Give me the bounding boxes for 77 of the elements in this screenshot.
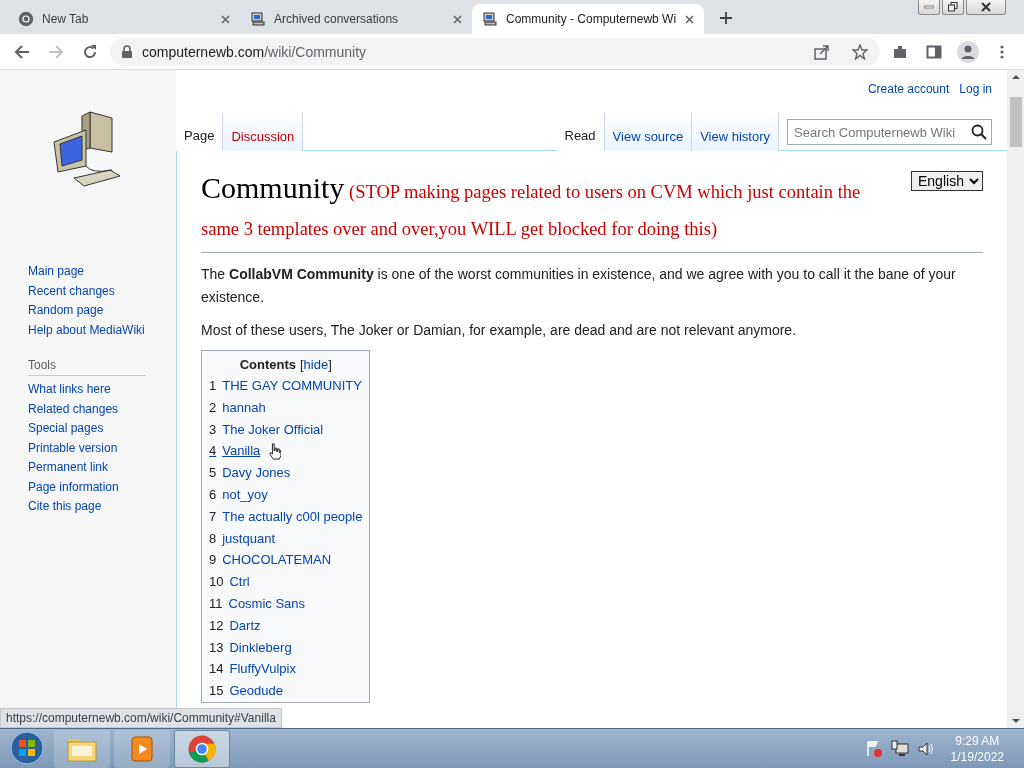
status-url: https://computernewb.com/wiki/Community#Vanilla xyxy=(0,708,282,728)
scroll-down-icon[interactable] xyxy=(1011,718,1020,724)
sidebar-link[interactable]: Related changes xyxy=(28,401,119,417)
toc-link[interactable]: 11 Cosmic Sans xyxy=(209,592,363,615)
toc-link[interactable]: 6 not_yoy xyxy=(209,484,363,506)
toc-link[interactable]: 9 CHOCOLATEMAN xyxy=(209,549,363,572)
close-icon[interactable] xyxy=(453,14,462,24)
sidebar-link[interactable]: Page information xyxy=(28,479,119,495)
sidebar-link[interactable]: Printable version xyxy=(28,440,118,456)
network-icon[interactable] xyxy=(890,739,909,758)
sidebar-link[interactable]: Recent changes xyxy=(28,283,115,299)
sidebar-link[interactable]: Random page xyxy=(28,303,104,319)
star-icon[interactable] xyxy=(852,43,868,60)
url-text: computernewb.com/wiki/Community xyxy=(142,43,368,60)
puzzle-icon[interactable] xyxy=(892,43,908,60)
toc-link[interactable]: 1 THE GAY COMMUNITY xyxy=(209,375,363,397)
restore-button[interactable] xyxy=(942,0,964,15)
sidebar-link[interactable]: What links here xyxy=(28,382,111,398)
toc-link[interactable]: 10 Ctrl xyxy=(209,571,363,593)
scrollbar[interactable] xyxy=(1007,70,1024,728)
toc-link[interactable]: 12 Dartz xyxy=(209,614,363,637)
reload-icon[interactable] xyxy=(82,43,98,60)
flag-warning-icon[interactable] xyxy=(864,739,883,758)
page-tab[interactable]: Page xyxy=(176,113,224,151)
close-icon[interactable] xyxy=(981,2,991,12)
media-player-icon xyxy=(130,735,154,762)
view-tab[interactable]: View source xyxy=(604,113,693,151)
sidebar-link[interactable]: Cite this page xyxy=(28,499,102,515)
view-tab[interactable]: Read xyxy=(556,113,605,151)
close-button[interactable] xyxy=(966,0,1006,15)
account-link[interactable]: Log in xyxy=(959,82,992,105)
sidebar-link[interactable]: Special pages xyxy=(28,421,104,437)
sidebar-link[interactable]: Main page xyxy=(28,264,85,280)
search-icon[interactable] xyxy=(971,124,987,140)
computer-icon xyxy=(250,11,266,27)
computer-icon xyxy=(482,11,498,27)
toc-link[interactable]: 5 Davy Jones xyxy=(209,462,363,484)
paragraph: Most of these users, The Joker or Damian, for example, are dead and are not relevant anymore. xyxy=(201,321,798,340)
menu-icon[interactable] xyxy=(1000,43,1004,60)
chrome-logo-icon xyxy=(18,11,34,27)
scroll-up-icon[interactable] xyxy=(1011,74,1020,80)
toc-link[interactable]: 3 The Joker Official xyxy=(209,418,363,441)
close-icon[interactable] xyxy=(221,14,230,24)
plus-icon[interactable] xyxy=(720,12,732,24)
account-link[interactable]: Create account xyxy=(867,82,950,105)
restore-icon[interactable] xyxy=(948,2,958,12)
toc-link[interactable]: 14 FluffyVulpix xyxy=(209,658,363,681)
view-tab[interactable]: View history xyxy=(692,113,779,151)
toc-link[interactable]: 2 hannah xyxy=(209,396,363,419)
toc-toggle[interactable]: [hide] xyxy=(299,357,332,372)
toc-title: Contents xyxy=(239,357,296,372)
lock-icon xyxy=(122,45,132,58)
toc-link[interactable]: 13 Dinkleberg xyxy=(209,636,363,659)
share-icon[interactable] xyxy=(814,43,830,60)
side-panel-icon[interactable] xyxy=(926,43,942,60)
toc-link[interactable]: 15 Geodude xyxy=(209,680,363,702)
toc-link[interactable]: 8 justquant xyxy=(209,527,363,550)
search-field[interactable]: Search Computernewb Wiki xyxy=(787,119,992,145)
browser-tab[interactable]: Archived conversations xyxy=(240,4,472,34)
chrome-logo-icon xyxy=(187,733,217,764)
sidebar-link[interactable]: Permanent link xyxy=(28,460,109,476)
toc-link[interactable]: 4 Vanilla xyxy=(209,440,363,463)
browser-tab[interactable]: New Tab xyxy=(8,4,240,34)
browser-tab[interactable]: Community - Computernewb Wi xyxy=(472,4,704,34)
taskbar-app[interactable] xyxy=(174,729,230,768)
address-bar[interactable]: computernewb.com/wiki/Community xyxy=(110,37,880,66)
hand-cursor-icon xyxy=(269,443,281,460)
sidebar-link[interactable]: Help about MediaWiki xyxy=(28,322,145,338)
scrollbar-thumb[interactable] xyxy=(1009,97,1022,147)
page-title: Community(STOP making pages related to users on CVM which just contain the same 3 templates over and over,you WILL get blocked for doing this) xyxy=(201,170,862,241)
tools-heading: Tools xyxy=(28,358,146,376)
paragraph: The CollabVM Community is one of the worst communities in existence, and we agree with you to call it the bane of your existence. xyxy=(201,265,957,307)
close-icon[interactable] xyxy=(685,14,694,24)
page-tab[interactable]: Discussion xyxy=(223,113,304,151)
back-arrow-icon[interactable] xyxy=(14,43,30,60)
toc-link[interactable]: 7 The actually c00l people xyxy=(209,505,363,528)
language-select[interactable]: English xyxy=(911,171,983,191)
